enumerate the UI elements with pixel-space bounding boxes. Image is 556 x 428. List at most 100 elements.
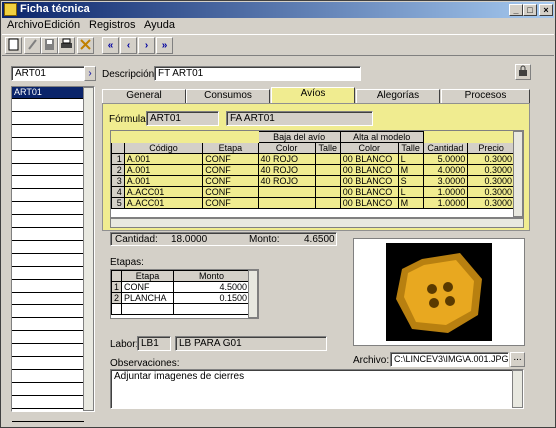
list-scrollbar[interactable] <box>83 87 94 411</box>
cell-color-alta[interactable]: 00 BLANCO <box>339 175 399 187</box>
cell-n[interactable]: 1 <box>111 281 123 293</box>
column-header-talle-alta[interactable]: Talle <box>397 142 424 154</box>
list-item[interactable] <box>12 216 84 228</box>
cell-color-baja[interactable]: 40 ROJO <box>257 175 316 187</box>
column-header-talle-baja[interactable]: Talle <box>314 142 341 154</box>
close-button[interactable]: × <box>539 4 553 16</box>
cell-talle-alta[interactable]: S <box>397 175 424 187</box>
cell-n[interactable]: 3 <box>111 175 125 187</box>
list-item[interactable] <box>12 190 84 203</box>
cell-cantidad[interactable]: 1.0000 <box>422 186 469 198</box>
save-icon[interactable] <box>41 37 58 54</box>
cell-talle-baja[interactable] <box>314 153 341 165</box>
cell-color-baja[interactable]: 40 ROJO <box>257 164 316 176</box>
etapas-header-monto[interactable]: Monto <box>173 270 250 282</box>
cell-cantidad[interactable]: 5.0000 <box>422 153 469 165</box>
cell-color-alta[interactable]: 00 BLANCO <box>339 197 399 209</box>
cell-color-alta[interactable]: 00 BLANCO <box>339 186 399 198</box>
tab-consumos[interactable]: Consumos <box>186 89 270 103</box>
tab-alegorias[interactable]: Alegorías <box>356 89 440 103</box>
column-header-color-alta[interactable]: Color <box>339 142 399 154</box>
cell-codigo[interactable]: A.001 <box>123 153 204 165</box>
list-item[interactable] <box>12 126 84 138</box>
column-header-codigo[interactable]: Código <box>123 142 204 154</box>
avios-grid[interactable]: Baja del avío Alta al modelo Código Etap… <box>110 130 524 218</box>
list-item[interactable] <box>12 397 84 409</box>
cell-cantidad[interactable]: 4.0000 <box>422 164 469 176</box>
cell-etapa[interactable]: CONF <box>121 281 175 293</box>
cell-codigo[interactable]: A.ACC01 <box>123 197 204 209</box>
lock-icon[interactable] <box>515 64 531 80</box>
cell-codigo[interactable]: A.001 <box>123 175 204 187</box>
print-icon[interactable] <box>58 37 75 54</box>
list-item[interactable] <box>12 139 84 151</box>
cell-cantidad[interactable]: 3.0000 <box>422 175 469 187</box>
cell-etapa[interactable]: CONF <box>202 153 259 165</box>
last-record-icon[interactable]: » <box>156 37 173 54</box>
cell-precio[interactable]: 0.3000 <box>467 175 515 187</box>
menu-archivo[interactable]: Archivo <box>7 19 44 31</box>
cell-codigo[interactable]: A.001 <box>123 164 204 176</box>
cell-n[interactable]: 4 <box>111 186 125 198</box>
list-item[interactable] <box>12 293 84 306</box>
list-item[interactable] <box>12 281 84 293</box>
table-row[interactable]: 4 A.ACC01 CONF 00 BLANCO L 1.0000 0.3000 <box>111 186 515 198</box>
new-icon[interactable] <box>5 37 22 54</box>
list-item[interactable] <box>12 203 84 216</box>
list-item[interactable] <box>12 345 84 357</box>
cell-etapa[interactable]: CONF <box>202 186 259 198</box>
tab-general[interactable]: General <box>102 89 186 103</box>
cell-monto[interactable]: 0.1500 <box>173 292 250 304</box>
menu-edicion[interactable]: Edición <box>44 19 80 31</box>
table-row[interactable]: 1 A.001 CONF 40 ROJO 00 BLANCO L 5.0000 0.3000 <box>111 153 515 165</box>
list-item[interactable] <box>12 306 84 319</box>
minimize-button[interactable]: _ <box>509 4 523 16</box>
cell-talle-baja[interactable] <box>314 175 341 187</box>
cell-talle-baja[interactable] <box>314 197 341 209</box>
cell-cantidad[interactable]: 1.0000 <box>422 197 469 209</box>
cell-talle-baja[interactable] <box>314 186 341 198</box>
cell-talle-alta[interactable]: L <box>397 186 424 198</box>
observaciones-textarea[interactable]: Adjuntar imagenes de cierres <box>110 369 524 409</box>
list-item[interactable] <box>12 177 84 190</box>
tab-procesos[interactable]: Procesos <box>441 89 530 103</box>
list-item[interactable] <box>12 358 84 370</box>
code-combobox[interactable]: ART01 <box>11 66 85 81</box>
cell-color-alta[interactable]: 00 BLANCO <box>339 164 399 176</box>
cell-etapa[interactable]: PLANCHA <box>121 292 175 304</box>
cell-precio[interactable]: 0.3000 <box>467 153 515 165</box>
column-header-precio[interactable]: Precio <box>467 142 515 154</box>
archivo-path-input[interactable]: C:\LINCEV3\IMG\A.001.JPG <box>390 352 509 367</box>
list-item[interactable] <box>12 268 84 280</box>
column-header-cantidad[interactable]: Cantidad <box>422 142 469 154</box>
list-item[interactable] <box>12 371 84 383</box>
table-row-empty[interactable] <box>111 303 250 315</box>
cell-precio[interactable]: 0.3000 <box>467 164 515 176</box>
cell-n[interactable]: 2 <box>111 164 125 176</box>
cell-precio[interactable]: 0.3000 <box>467 186 515 198</box>
tab-avios[interactable]: Avíos <box>271 87 355 104</box>
first-record-icon[interactable]: « <box>102 37 119 54</box>
etapas-grid[interactable]: Etapa Monto 1 CONF 4.5000 2 PLANCHA 0.1500 <box>110 269 259 319</box>
list-item[interactable] <box>12 242 84 254</box>
browse-button[interactable]: ... <box>510 352 525 367</box>
previous-record-icon[interactable]: ‹ <box>120 37 137 54</box>
list-item[interactable] <box>12 255 84 267</box>
list-item[interactable] <box>12 384 84 396</box>
table-row[interactable]: 3 A.001 CONF 40 ROJO 00 BLANCO S 3.0000 0.3000 <box>111 175 515 187</box>
cell-talle-alta[interactable]: M <box>397 197 424 209</box>
cell-talle-baja[interactable] <box>314 164 341 176</box>
menu-registros[interactable]: Registros <box>89 19 135 31</box>
list-item[interactable] <box>12 164 84 177</box>
cell-codigo[interactable]: A.ACC01 <box>123 186 204 198</box>
table-row[interactable]: 2 PLANCHA 0.1500 <box>111 292 250 304</box>
next-record-icon[interactable]: › <box>138 37 155 54</box>
cell-color-alta[interactable]: 00 BLANCO <box>339 153 399 165</box>
list-item[interactable] <box>12 100 84 112</box>
cell-n[interactable]: 2 <box>111 292 123 304</box>
cell-etapa[interactable]: CONF <box>202 197 259 209</box>
table-row[interactable]: 2 A.001 CONF 40 ROJO 00 BLANCO M 4.0000 0.3000 <box>111 164 515 176</box>
cell-color-baja[interactable]: 40 ROJO <box>257 153 316 165</box>
list-item[interactable] <box>12 229 84 241</box>
table-row[interactable]: 5 A.ACC01 CONF 00 BLANCO M 1.0000 0.3000 <box>111 197 515 209</box>
